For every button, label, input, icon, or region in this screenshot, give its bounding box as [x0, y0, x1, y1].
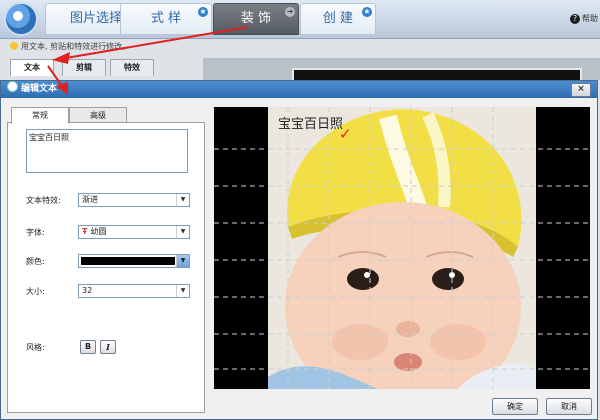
star-icon: ★: [198, 7, 208, 17]
style-label: 风格:: [26, 343, 45, 352]
dialog-title: 编辑文本: [21, 84, 58, 94]
color-swatch: [81, 257, 175, 265]
help-icon: ?: [570, 14, 580, 24]
help-link[interactable]: ? 帮助: [570, 13, 598, 24]
italic-button[interactable]: I: [100, 340, 116, 354]
tab-create[interactable]: 创 建 ★: [300, 3, 376, 35]
chevron-down-icon[interactable]: ▼: [176, 255, 189, 267]
font-select[interactable]: Ŧ 幼圆 ▼: [78, 225, 190, 239]
chevron-down-icon[interactable]: ▼: [176, 194, 189, 206]
tab-decorate[interactable]: 装 饰 ➜: [213, 3, 299, 35]
bold-button[interactable]: B: [80, 340, 96, 354]
font-label: 字体:: [26, 228, 45, 237]
arrow-icon: ➜: [285, 7, 295, 17]
app-logo-icon: [6, 4, 36, 34]
ok-button[interactable]: 确定: [492, 398, 538, 415]
subtab-text[interactable]: 文本: [10, 59, 54, 76]
preview-canvas[interactable]: 宝宝百日照 ✓: [214, 107, 590, 389]
dialog-title-bar: 编辑文本 ×: [1, 81, 597, 98]
help-label: 帮助: [582, 14, 598, 23]
tab-image-select-label: 图片选择: [69, 11, 122, 26]
chevron-down-icon[interactable]: ▼: [176, 285, 189, 297]
edit-text-dialog: 编辑文本 × 常规 高级 宝宝百日照 文本特效: 渐进 ▼ 字体: Ŧ 幼圆 ▼ …: [0, 80, 598, 420]
alignment-grid: [214, 107, 590, 389]
tab-style[interactable]: 式 样 ★: [120, 3, 212, 35]
effect-value: 渐进: [82, 195, 98, 204]
effect-select[interactable]: 渐进 ▼: [78, 193, 190, 207]
decoration-subtabs: 文本 剪辑 特效: [0, 59, 200, 77]
hint-text: 用文本, 剪贴和特效进行修改。: [21, 42, 131, 51]
check-mark-icon: ✓: [339, 125, 352, 143]
cancel-button[interactable]: 取消: [546, 398, 592, 415]
tab-style-label: 式 样: [150, 11, 182, 26]
size-label: 大小:: [26, 287, 45, 296]
subtab-clip[interactable]: 剪辑: [62, 59, 106, 76]
general-tab-panel: 宝宝百日照 文本特效: 渐进 ▼ 字体: Ŧ 幼圆 ▼ 颜色: ▼ 大小: 32 …: [7, 122, 205, 413]
effect-label: 文本特效:: [26, 196, 61, 205]
tab-decorate-label: 装 饰: [240, 11, 272, 26]
chevron-down-icon[interactable]: ▼: [176, 226, 189, 238]
size-select[interactable]: 32 ▼: [78, 284, 190, 298]
settings-pane: 常规 高级 宝宝百日照 文本特效: 渐进 ▼ 字体: Ŧ 幼圆 ▼ 颜色: ▼ 大…: [7, 107, 205, 413]
color-label: 颜色:: [26, 257, 45, 266]
text-input[interactable]: 宝宝百日照: [26, 129, 188, 173]
color-picker[interactable]: ▼: [78, 254, 190, 268]
lightbulb-icon: [10, 42, 18, 50]
close-button[interactable]: ×: [571, 83, 591, 97]
tab-create-label: 创 建: [322, 11, 354, 26]
preview-overlay-text[interactable]: 宝宝百日照: [278, 113, 343, 132]
subtab-effects[interactable]: 特效: [110, 59, 154, 76]
size-value: 32: [82, 286, 93, 295]
tab-general[interactable]: 常规: [11, 107, 69, 124]
dialog-app-icon: [7, 81, 18, 92]
star-icon: ★: [362, 7, 372, 17]
font-value: 幼圆: [90, 227, 107, 236]
tab-advanced[interactable]: 高级: [69, 107, 127, 123]
font-icon: Ŧ: [82, 227, 88, 236]
main-toolbar: 图片选择 ★ 式 样 ★ 装 饰 ➜ 创 建 ★ ?帮助: [0, 0, 600, 39]
hint-line: 用文本, 剪贴和特效进行修改。: [10, 41, 130, 52]
